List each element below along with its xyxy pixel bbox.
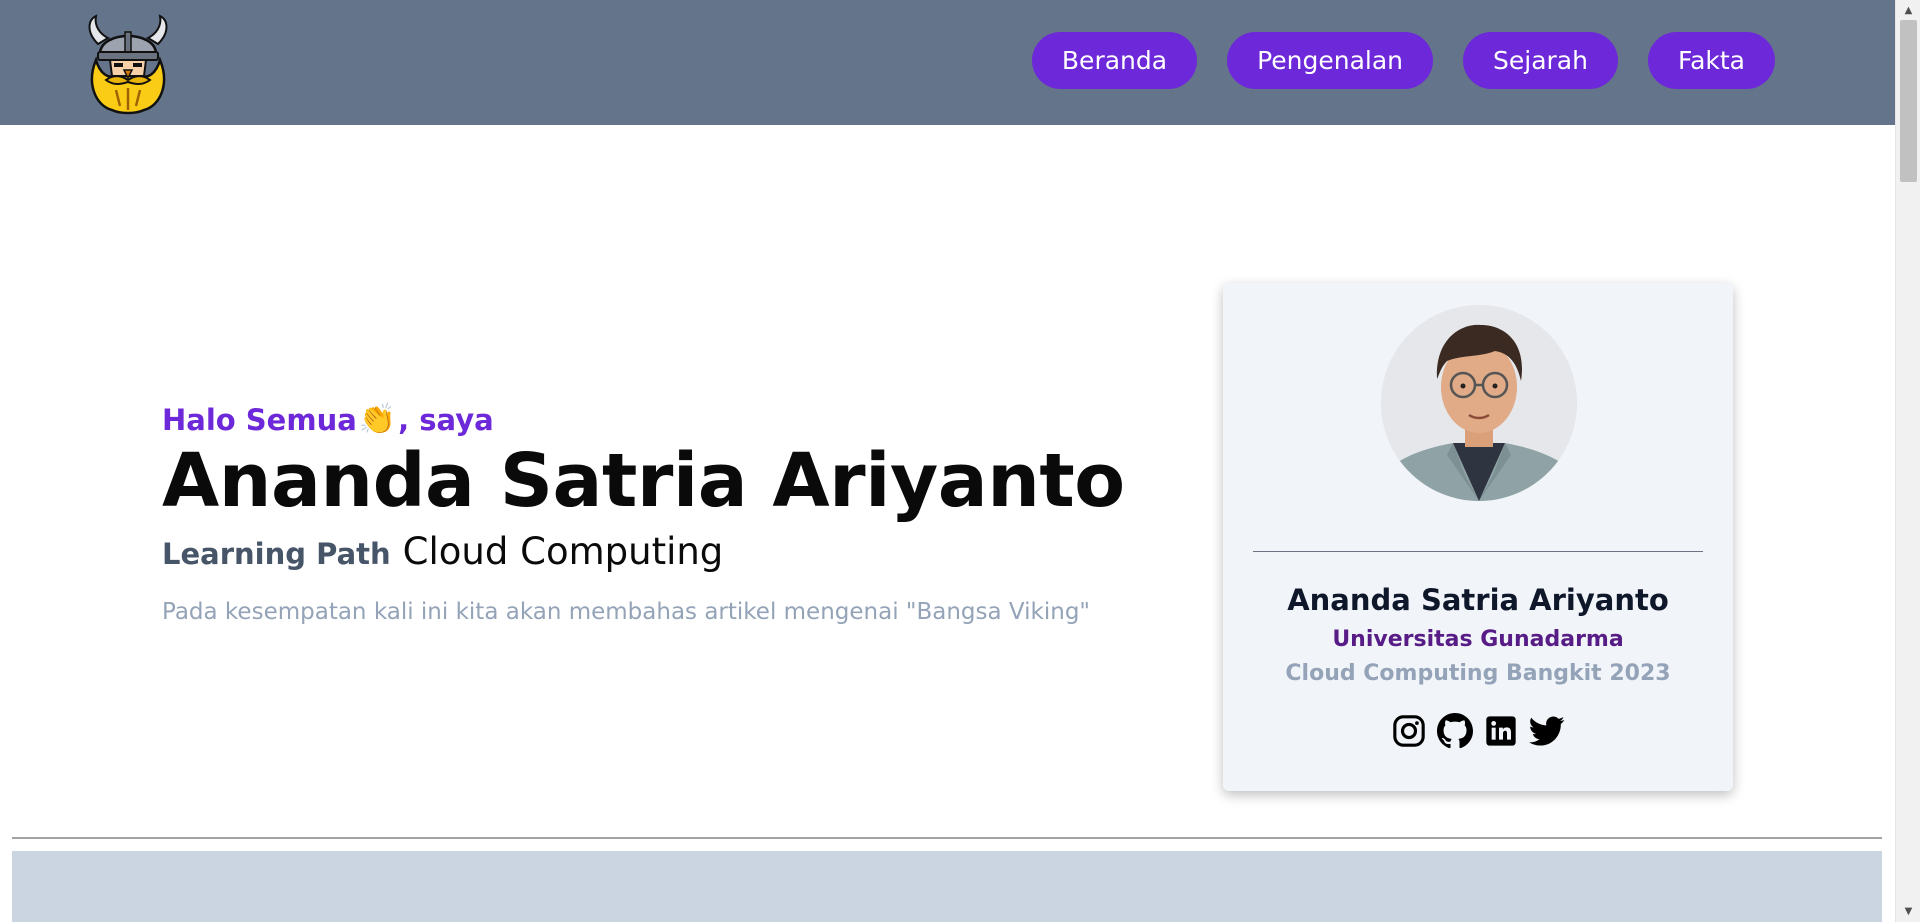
greeting-suffix: , saya: [398, 402, 494, 437]
hero-intro: Halo Semua 👏 , saya Ananda Satria Ariyan…: [162, 402, 1125, 626]
scrollbar-thumb[interactable]: [1900, 20, 1917, 182]
section-divider: [12, 837, 1882, 839]
nav-fakta-button[interactable]: Fakta: [1647, 32, 1775, 89]
hero-name: Ananda Satria Ariyanto: [162, 438, 1125, 524]
nav-beranda-button[interactable]: Beranda: [1031, 32, 1198, 89]
card-program: Cloud Computing Bangkit 2023: [1285, 661, 1671, 686]
clapping-hands-icon: 👏: [358, 402, 397, 437]
next-section: [12, 851, 1882, 922]
card-university: Universitas Gunadarma: [1332, 627, 1624, 652]
greeting: Halo Semua 👏 , saya: [162, 402, 1102, 437]
main-nav: Beranda Pengenalan Sejarah Fakta: [1031, 32, 1775, 89]
learning-path-value: Cloud Computing: [402, 530, 724, 574]
profile-card: Ananda Satria Ariyanto Universitas Gunad…: [1223, 283, 1733, 791]
linkedin-icon[interactable]: [1483, 713, 1519, 749]
nav-sejarah-button[interactable]: Sejarah: [1463, 32, 1618, 89]
greeting-text: Halo Semua: [162, 402, 357, 437]
learning-path-label: Learning Path: [162, 537, 391, 572]
social-links: [1223, 713, 1733, 749]
page: Beranda Pengenalan Sejarah Fakta Halo Se…: [0, 0, 1895, 922]
nav-pengenalan-button[interactable]: Pengenalan: [1227, 32, 1434, 89]
github-icon[interactable]: [1437, 713, 1473, 749]
top-navbar: Beranda Pengenalan Sejarah Fakta: [0, 0, 1895, 125]
card-divider: [1253, 551, 1703, 552]
hero-subtitle: Pada kesempatan kali ini kita akan memba…: [162, 599, 1090, 626]
card-name: Ananda Satria Ariyanto: [1287, 583, 1669, 617]
profile-photo: [1381, 305, 1577, 501]
page-scrollbar[interactable]: ▲ ▼: [1895, 0, 1920, 922]
learning-path: Learning Path Cloud Computing: [162, 530, 1102, 573]
scroll-up-arrow-icon[interactable]: ▲: [1896, 2, 1920, 19]
instagram-icon[interactable]: [1391, 713, 1427, 749]
twitter-icon[interactable]: [1529, 713, 1565, 749]
viking-logo-icon[interactable]: [76, 14, 180, 118]
scroll-down-arrow-icon[interactable]: ▼: [1896, 903, 1920, 920]
